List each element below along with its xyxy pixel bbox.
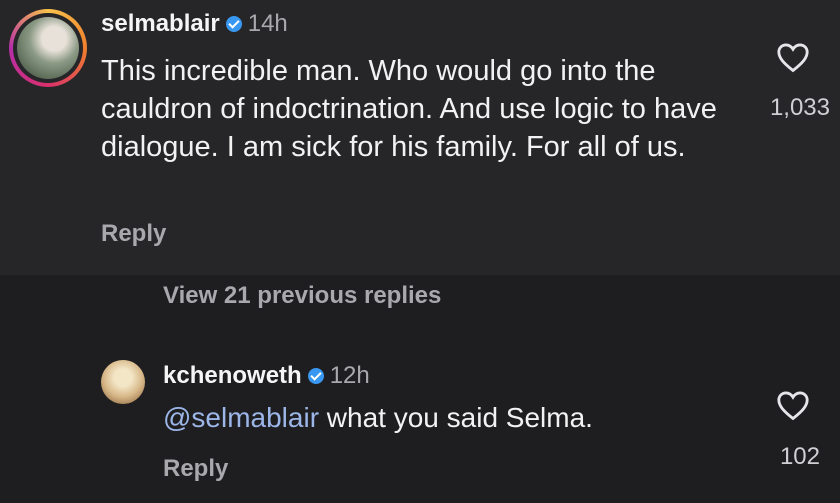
like-count: 102 [779, 443, 820, 470]
verified-badge-icon [225, 16, 242, 32]
username-kchenoweth[interactable]: kchenoweth [163, 362, 302, 390]
comment-timestamp: 14h [247, 10, 288, 37]
avatar-kchenoweth[interactable] [101, 360, 145, 404]
verified-badge-icon [307, 368, 324, 384]
reply-timestamp: 12h [329, 362, 370, 389]
reply-body-text: what you said Selma. [319, 402, 593, 433]
reply-button[interactable]: Reply [163, 455, 228, 483]
avatar-story-ring[interactable] [9, 9, 87, 87]
heart-outline-icon[interactable] [776, 41, 810, 73]
view-previous-replies-button[interactable]: View 21 previous replies [163, 282, 441, 310]
mention-link[interactable]: @selmablair [163, 402, 319, 433]
heart-outline-icon[interactable] [776, 389, 810, 421]
like-count: 1,033 [769, 94, 830, 121]
comment-header: selmablair 14h [101, 10, 288, 38]
username-selmablair[interactable]: selmablair [101, 10, 220, 38]
reply-header: kchenoweth 12h [163, 362, 370, 390]
reply-comment-text: @selmablair what you said Selma. [163, 402, 593, 434]
reply-button[interactable]: Reply [101, 220, 166, 248]
comment-text: This incredible man. Who would go into t… [101, 55, 717, 163]
avatar-selmablair[interactable] [17, 17, 79, 79]
